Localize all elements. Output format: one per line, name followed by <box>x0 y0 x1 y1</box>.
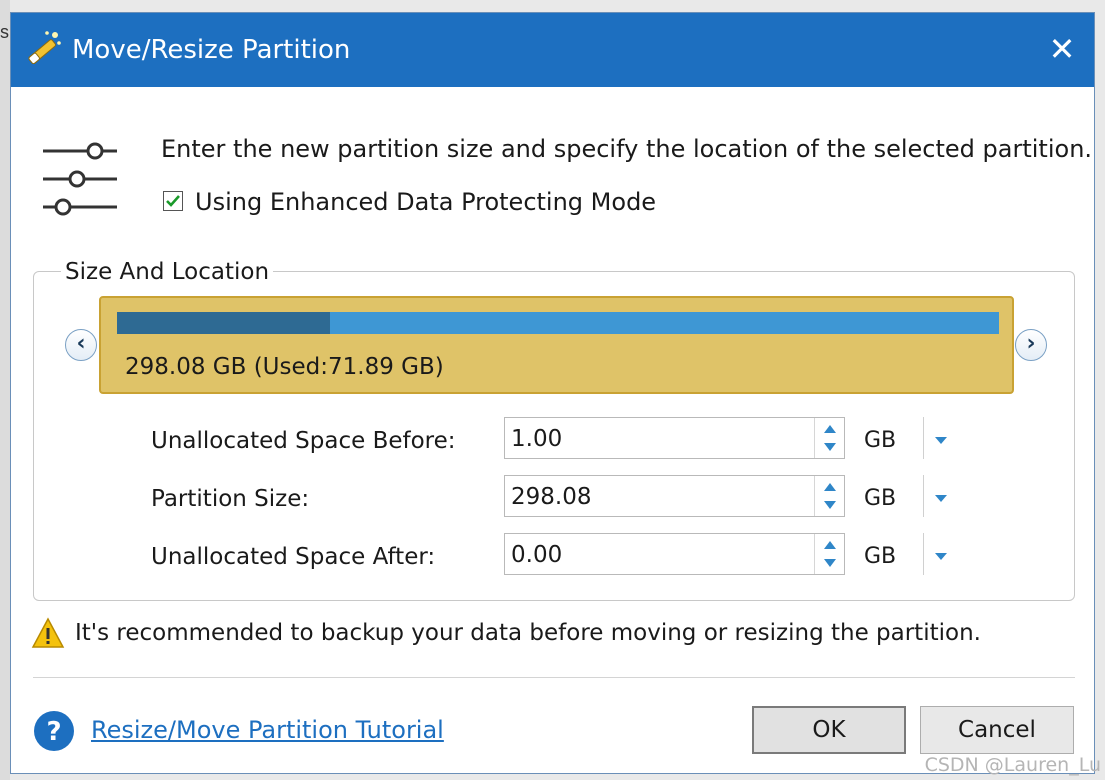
spin-down-icon[interactable] <box>823 558 837 568</box>
move-left-button[interactable]: ‹ <box>65 329 97 361</box>
spin-up-icon[interactable] <box>823 482 837 492</box>
partition-used-fill <box>117 312 330 334</box>
unit-divider <box>923 533 924 575</box>
spin-up-icon[interactable] <box>823 540 837 550</box>
size-location-title: Size And Location <box>61 259 274 285</box>
enhanced-mode-checkbox[interactable] <box>163 191 183 211</box>
tutorial-link[interactable]: Resize/Move Partition Tutorial <box>91 716 444 744</box>
unit-divider <box>923 475 924 517</box>
warning-icon <box>31 617 65 648</box>
spin-down-icon[interactable] <box>823 442 837 452</box>
background-window-edge <box>0 0 10 780</box>
title-bar[interactable]: Move/Resize Partition ✕ <box>11 13 1094 87</box>
partition-block[interactable]: 298.08 GB (Used:71.89 GB) <box>99 296 1014 394</box>
check-icon <box>166 195 180 207</box>
spin-down-icon[interactable] <box>823 500 837 510</box>
enhanced-mode-label[interactable]: Using Enhanced Data Protecting Mode <box>195 188 656 216</box>
unallocated-before-label: Unallocated Space Before: <box>151 428 456 454</box>
unallocated-after-input[interactable]: 0.00 <box>504 533 845 575</box>
window-title: Move/Resize Partition <box>72 35 351 65</box>
background-text-fragment: s <box>0 22 9 42</box>
svg-text:?: ? <box>46 717 61 747</box>
partition-size-label: 298.08 GB (Used:71.89 GB) <box>125 354 444 380</box>
move-right-button[interactable]: › <box>1015 329 1047 361</box>
help-icon[interactable]: ? <box>33 710 75 752</box>
unallocated-after-label: Unallocated Space After: <box>151 544 436 570</box>
move-resize-dialog: Move/Resize Partition ✕ Enter the new pa… <box>10 12 1095 774</box>
spin-up-icon[interactable] <box>823 424 837 434</box>
unit-dropdown-icon[interactable] <box>933 493 949 503</box>
intro-text: Enter the new partition size and specify… <box>161 135 1093 163</box>
magic-wand-icon <box>28 31 61 65</box>
unallocated-before-input[interactable]: 1.00 <box>504 417 845 459</box>
ok-button[interactable]: OK <box>752 706 906 754</box>
footer-divider <box>33 677 1075 678</box>
unallocated-before-value: 1.00 <box>511 426 563 452</box>
partition-size-field-label: Partition Size: <box>151 486 310 512</box>
watermark: CSDN @Lauren_Lu <box>924 754 1101 776</box>
unallocated-after-unit: GB <box>864 544 897 569</box>
partition-size-input[interactable]: 298.08 <box>504 475 845 517</box>
partition-size-value: 298.08 <box>511 484 592 510</box>
unit-dropdown-icon[interactable] <box>933 435 949 445</box>
unallocated-after-spinner <box>814 534 844 574</box>
unallocated-before-spinner <box>814 418 844 458</box>
partition-usage-bar <box>117 312 999 334</box>
unallocated-before-unit: GB <box>864 428 897 453</box>
unit-divider <box>923 417 924 459</box>
close-button[interactable]: ✕ <box>1044 31 1080 67</box>
backup-warning-text: It's recommended to backup your data bef… <box>75 620 981 646</box>
cancel-button[interactable]: Cancel <box>920 706 1074 754</box>
partition-size-spinner <box>814 476 844 516</box>
unit-dropdown-icon[interactable] <box>933 551 949 561</box>
unallocated-after-value: 0.00 <box>511 542 563 568</box>
sliders-icon <box>43 142 117 216</box>
partition-size-unit: GB <box>864 486 897 511</box>
